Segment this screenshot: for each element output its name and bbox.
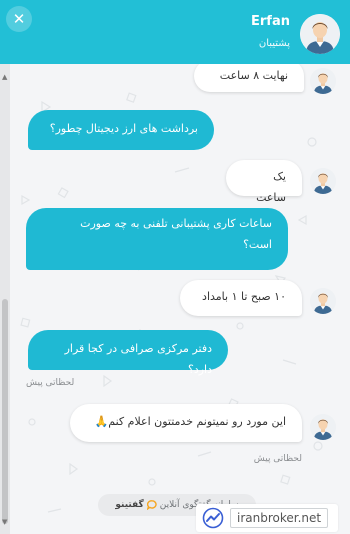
scrollbar[interactable]: ▲ ▼ bbox=[0, 64, 10, 534]
agent-name: Erfan bbox=[251, 14, 290, 29]
message-text-line-1: ساعات کاری پشتیبانی تلفنی به چه صورت bbox=[80, 217, 272, 230]
message-time: لحظاتی پیش bbox=[26, 378, 75, 388]
person-icon bbox=[300, 14, 340, 54]
agent-message: نهایت ۸ ساعت bbox=[194, 64, 304, 92]
person-icon bbox=[310, 168, 336, 194]
user-message: دفتر مرکزی صرافی در کجا قرار دارد؟ bbox=[28, 330, 228, 376]
watermark-text: iranbroker.net bbox=[230, 508, 329, 528]
message-text: یک ساعت bbox=[256, 170, 286, 204]
message-text: ۱۰ صبح تا ۱ بامداد bbox=[202, 290, 286, 303]
chat-header: ✕ Erfan پشتیبان bbox=[0, 0, 350, 64]
message-text: این مورد رو نمیتونم خدمتتون اعلام کنم🙏 bbox=[94, 415, 286, 428]
agent-message: یک ساعت bbox=[226, 160, 302, 204]
person-icon bbox=[310, 288, 336, 314]
close-button[interactable]: ✕ bbox=[6, 6, 32, 32]
agent-message: ۱۰ صبح تا ۱ بامداد bbox=[180, 280, 302, 316]
message-text-line-2: است؟ bbox=[243, 237, 272, 251]
message-text: نهایت ۸ ساعت bbox=[219, 69, 288, 82]
scroll-down-icon[interactable]: ▼ bbox=[2, 519, 7, 526]
chat-area[interactable]: ▲ ▼ نهایت ۸ ساعت برداشت های ارز دیجیتال … bbox=[0, 64, 350, 534]
brand-name: گفتینو bbox=[115, 500, 144, 510]
iranbroker-watermark: iranbroker.net bbox=[196, 504, 338, 532]
close-icon: ✕ bbox=[12, 9, 26, 28]
person-icon bbox=[310, 68, 336, 94]
agent-message: این مورد رو نمیتونم خدمتتون اعلام کنم🙏 bbox=[70, 404, 302, 442]
agent-role: پشتیبان bbox=[258, 38, 290, 49]
agent-avatar bbox=[310, 168, 336, 194]
agent-avatar bbox=[300, 14, 340, 54]
chart-logo-icon bbox=[202, 507, 224, 529]
user-message: ساعات کاری پشتیبانی تلفنی به چه صورت است… bbox=[26, 208, 288, 270]
message-text: برداشت های ارز دیجیتال چطور؟ bbox=[49, 122, 198, 135]
agent-avatar bbox=[310, 414, 336, 440]
person-icon bbox=[310, 414, 336, 440]
scrollbar-thumb[interactable] bbox=[2, 299, 8, 524]
user-message: برداشت های ارز دیجیتال چطور؟ bbox=[28, 110, 214, 150]
agent-avatar bbox=[310, 288, 336, 314]
scroll-up-icon[interactable]: ▲ bbox=[2, 74, 7, 81]
message-time: لحظاتی پیش bbox=[253, 454, 302, 464]
chat-bubble-icon bbox=[146, 500, 157, 510]
agent-avatar bbox=[310, 68, 336, 94]
